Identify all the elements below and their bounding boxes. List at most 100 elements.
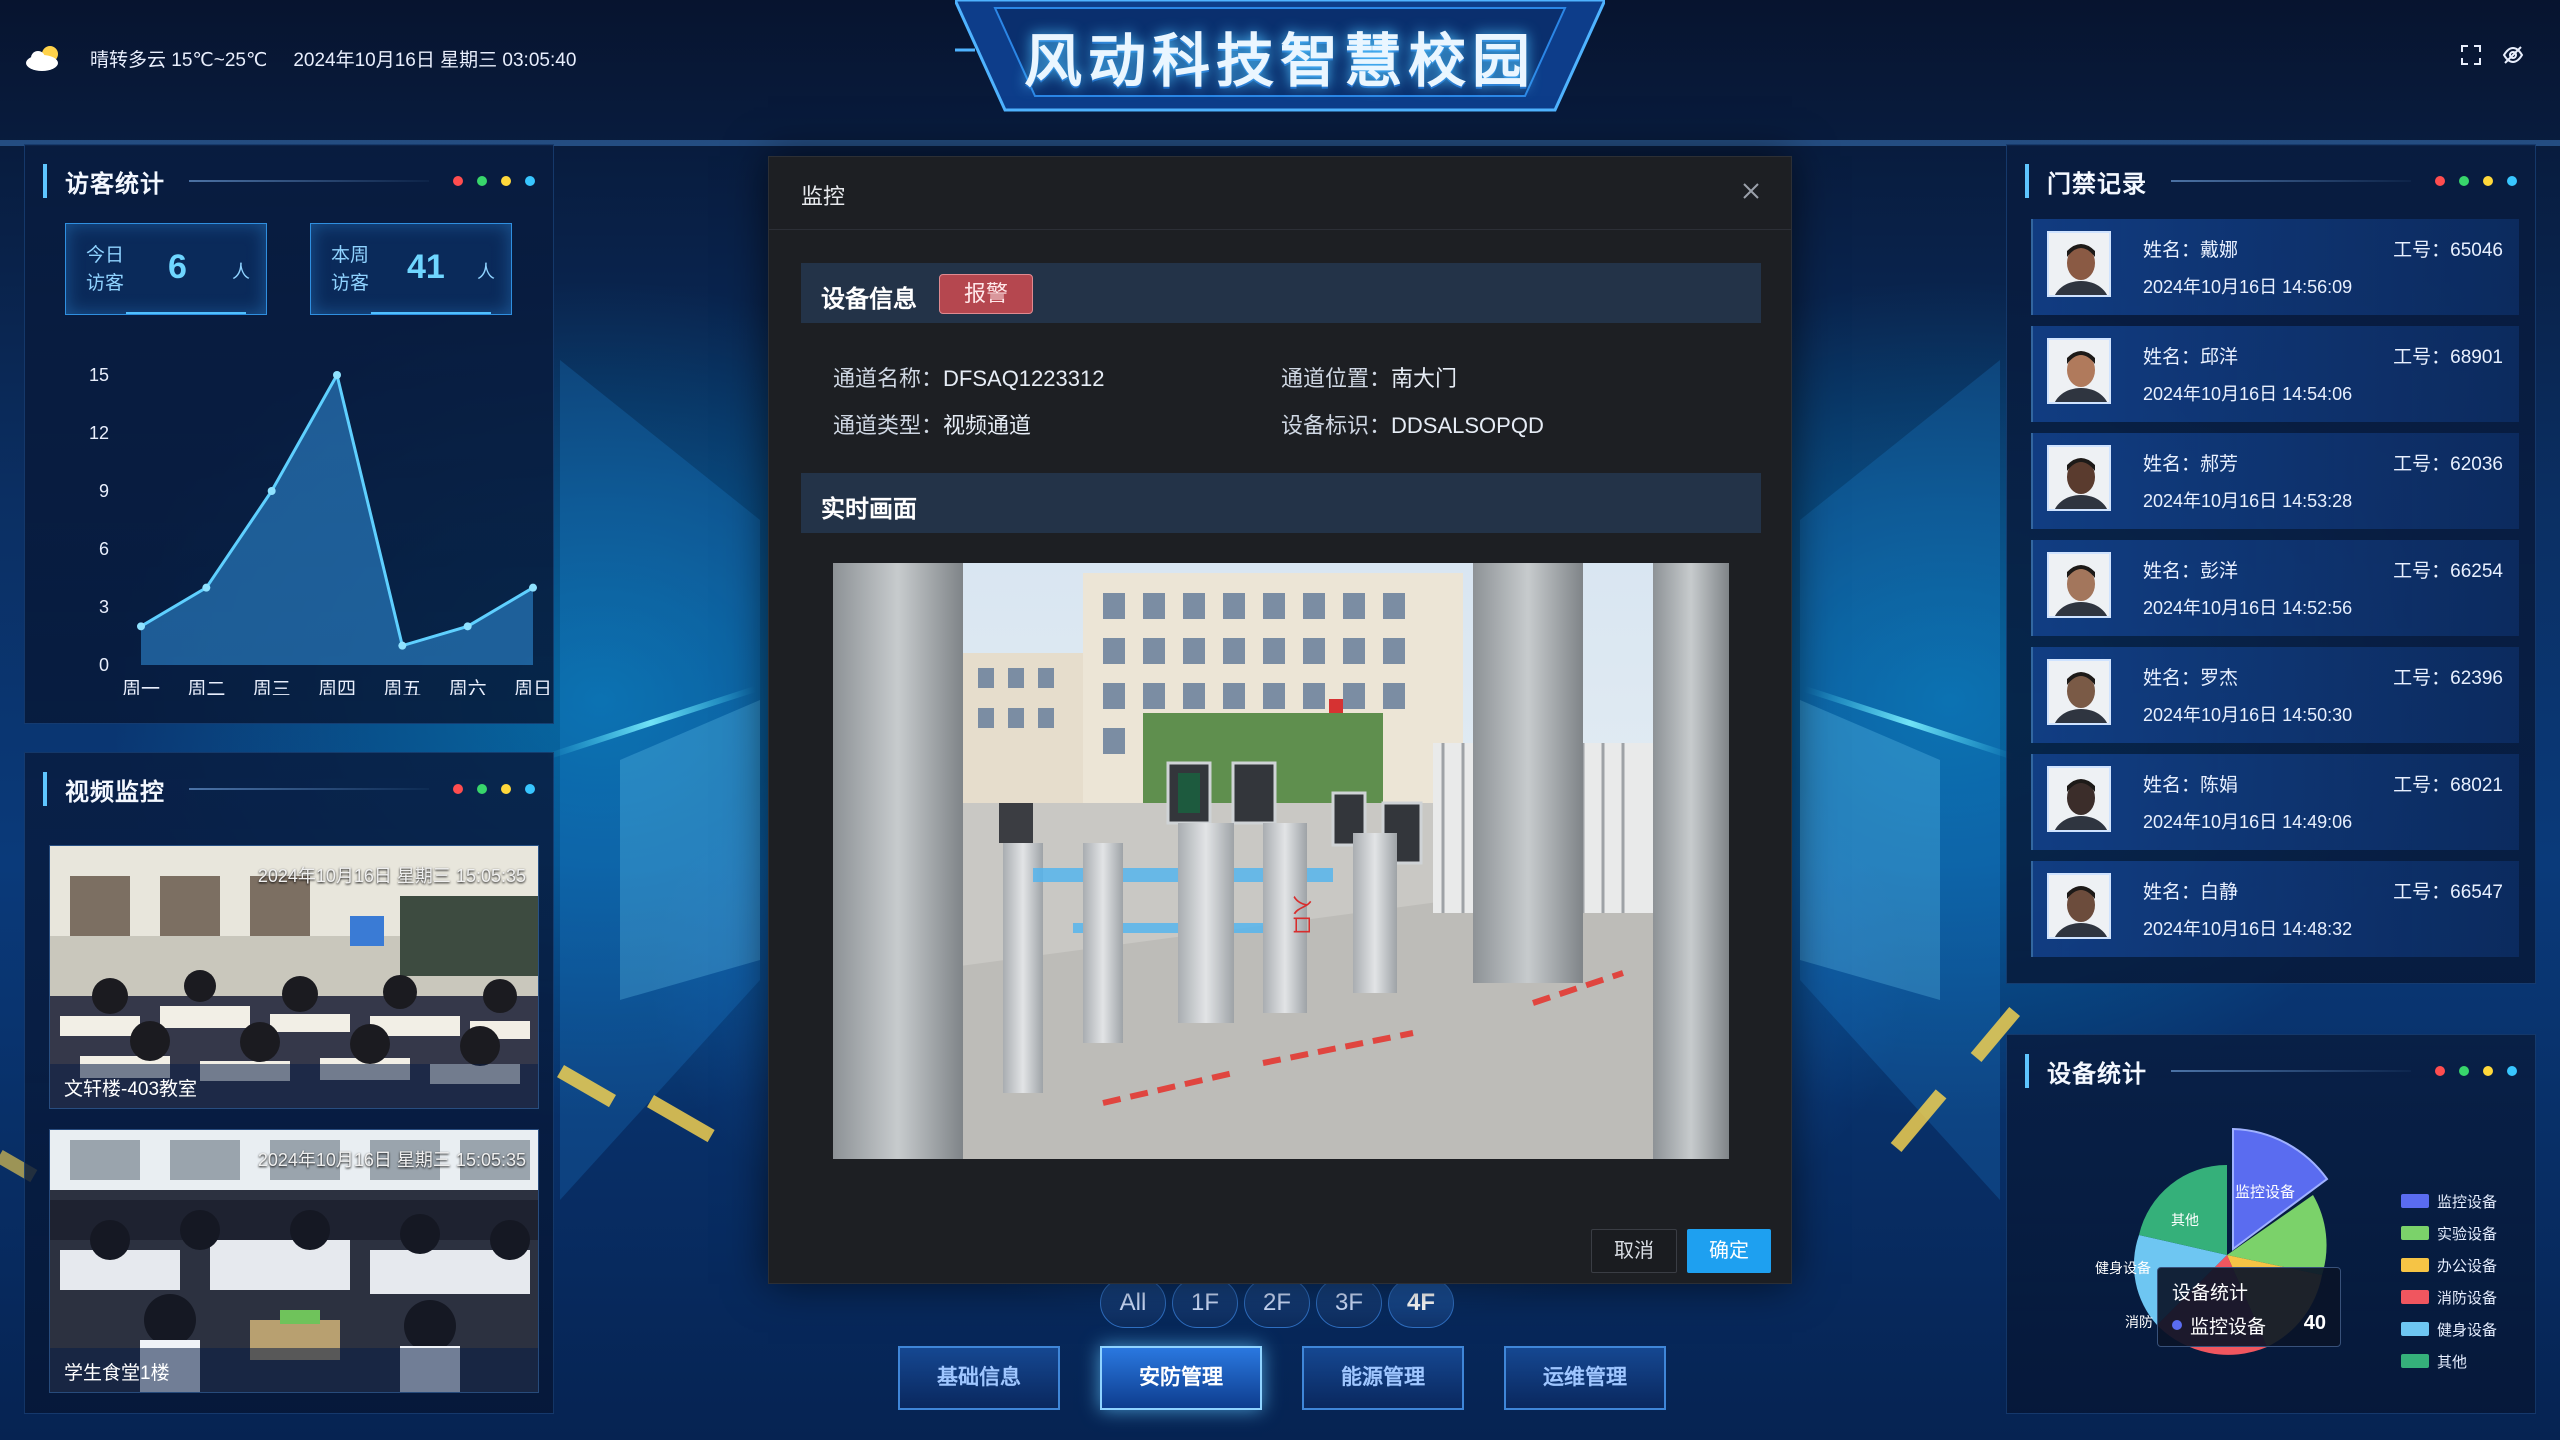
slice-label-monitor: 监控设备 [2235, 1184, 2295, 1201]
record-name: 姓名：戴娜 [2143, 240, 2239, 261]
cancel-button[interactable]: 取消 [1591, 1229, 1677, 1273]
legend-label: 实验设备 [2436, 1225, 2497, 1243]
header: 晴转多云 15℃~25℃ 2024年10月16日 星期三 03:05:40 风动… [0, 0, 2560, 140]
x-tick-label: 周四 [318, 679, 356, 695]
record-employee-id: 工号：66254 [2393, 561, 2503, 582]
nav-button[interactable]: 运维管理 [1504, 1346, 1666, 1410]
access-record[interactable]: 姓名：罗杰 工号：62396 2024年10月16日 14:50:30 [2031, 647, 2519, 743]
confirm-button[interactable]: 确定 [1687, 1229, 1771, 1273]
legend-swatch [2400, 1322, 2429, 1336]
x-tick-label: 周二 [187, 679, 225, 695]
visitor-area-chart: 0 3 6 9 12 15 周一 周二 周三 周四 周五 周六 周日 [89, 365, 552, 695]
fullscreen-icon[interactable] [2460, 44, 2482, 66]
avatar [2047, 445, 2111, 511]
legend-item[interactable]: 消防设备 [2400, 1281, 2497, 1313]
record-employee-id: 工号：68901 [2393, 347, 2503, 368]
floor-button[interactable]: 1F [1172, 1278, 1238, 1328]
device-id-value: DDSALSOPQD [1391, 413, 1544, 438]
access-record[interactable]: 姓名：彭洋 工号：66254 2024年10月16日 14:52:56 [2031, 540, 2519, 636]
tooltip-value: 40 [2303, 1312, 2326, 1334]
visitor-panel: 访客统计 今日访客 6 人 本周访客 41 人 0 3 6 9 12 15 周一 周二 周三 周四… [24, 144, 554, 724]
record-employee-id: 工号：65046 [2393, 240, 2503, 261]
avatar [2047, 338, 2111, 404]
floor-button[interactable]: 4F [1388, 1278, 1454, 1328]
record-time: 2024年10月16日 14:48:32 [2143, 919, 2353, 939]
data-point [267, 487, 276, 495]
legend-item[interactable]: 其他 [2400, 1345, 2497, 1377]
x-tick-label: 周日 [514, 679, 552, 695]
page-title: 风动科技智慧校园 [1023, 29, 1536, 94]
close-icon[interactable] [1739, 179, 1763, 203]
nav-button[interactable]: 能源管理 [1302, 1346, 1464, 1410]
gate-sign: 入口 [1290, 895, 1312, 935]
record-time: 2024年10月16日 14:54:06 [2143, 384, 2353, 404]
device-tooltip: 设备统计 监控设备 40 [2157, 1267, 2341, 1347]
device-panel: 设备统计 监控设备 其他 健身设备 消防 设备统计 监控设备 40 监控设备 实验… [2006, 1034, 2536, 1414]
legend-label: 健身设备 [2436, 1321, 2497, 1339]
video-feed-classroom[interactable]: 2024年10月16日 星期三 15:05:35 文轩楼-403教室 [49, 845, 539, 1109]
record-time: 2024年10月16日 14:53:28 [2143, 491, 2353, 511]
data-point [398, 641, 407, 650]
legend-label: 办公设备 [2436, 1257, 2497, 1275]
video-feed-canteen[interactable]: 2024年10月16日 星期三 15:05:35 学生食堂1楼 [49, 1129, 539, 1393]
video-timestamp: 2024年10月16日 星期三 15:05:35 [257, 1150, 526, 1170]
legend-item[interactable]: 办公设备 [2400, 1249, 2497, 1281]
record-name: 姓名：彭洋 [2143, 561, 2239, 582]
y-tick-label: 9 [99, 481, 109, 501]
record-time: 2024年10月16日 14:56:09 [2143, 277, 2353, 297]
device-panel-title: 设备统计 [2047, 1060, 2147, 1088]
channel-name-value: DFSAQ1223312 [943, 366, 1105, 391]
hide-icon[interactable] [2502, 44, 2524, 66]
nav-button[interactable]: 安防管理 [1100, 1346, 1262, 1410]
access-record[interactable]: 姓名：白静 工号：66547 2024年10月16日 14:48:32 [2031, 861, 2519, 957]
access-panel: 门禁记录 姓名：戴娜 工号：65046 2024年10月16日 14:56:09 姓名… [2006, 144, 2536, 984]
status-badge: 报警 [939, 274, 1033, 314]
nav-button[interactable]: 基础信息 [898, 1346, 1060, 1410]
record-name: 姓名：罗杰 [2143, 668, 2239, 689]
tooltip-label: 监控设备 [2190, 1317, 2267, 1338]
live-view-frame: 入口 [833, 563, 1729, 1159]
channel-name-label: 通道名称： [833, 366, 944, 391]
today-visitor-label: 今日访客 [86, 245, 125, 294]
legend-swatch [2400, 1226, 2429, 1240]
today-visitor-card: 今日访客 6 人 [65, 223, 267, 315]
y-tick-label: 6 [99, 539, 109, 559]
access-record[interactable]: 姓名：邱洋 工号：68901 2024年10月16日 14:54:06 [2031, 326, 2519, 422]
week-visitor-unit: 人 [477, 262, 495, 282]
access-record[interactable]: 姓名：郝芳 工号：62036 2024年10月16日 14:53:28 [2031, 433, 2519, 529]
access-record[interactable]: 姓名：戴娜 工号：65046 2024年10月16日 14:56:09 [2031, 219, 2519, 315]
video-timestamp: 2024年10月16日 星期三 15:05:35 [257, 866, 526, 886]
record-name: 姓名：白静 [2143, 882, 2239, 903]
floor-button[interactable]: 3F [1316, 1278, 1382, 1328]
x-tick-label: 周五 [383, 679, 421, 695]
week-visitor-card: 本周访客 41 人 [310, 223, 512, 315]
panel-status-dots [453, 784, 535, 794]
record-name: 姓名：邱洋 [2143, 347, 2239, 368]
y-tick-label: 3 [99, 597, 109, 617]
floor-button[interactable]: All [1100, 1278, 1166, 1328]
legend-item[interactable]: 实验设备 [2400, 1217, 2497, 1249]
visitor-panel-title: 访客统计 [65, 170, 165, 198]
data-point [137, 622, 145, 631]
floor-button[interactable]: 2F [1244, 1278, 1310, 1328]
week-visitor-count: 41 [407, 248, 445, 286]
video-panel-title: 视频监控 [65, 778, 165, 806]
record-time: 2024年10月16日 14:50:30 [2143, 705, 2353, 725]
record-name: 姓名：陈娟 [2143, 775, 2239, 796]
panel-status-dots [2435, 176, 2517, 186]
slice-label-other: 其他 [2171, 1212, 2199, 1228]
record-employee-id: 工号：68021 [2393, 775, 2503, 796]
channel-location-value: 南大门 [1391, 366, 1458, 391]
legend-label: 监控设备 [2436, 1193, 2497, 1211]
channel-location-label: 通道位置： [1281, 366, 1392, 391]
legend-swatch [2400, 1290, 2429, 1304]
record-time: 2024年10月16日 14:49:06 [2143, 812, 2353, 832]
y-tick-label: 12 [89, 423, 109, 443]
video-panel: 视频监控 2024年10月16日 星期三 15:05:35 文轩楼-403教室 [24, 752, 554, 1414]
legend-item[interactable]: 监控设备 [2400, 1185, 2497, 1217]
access-record[interactable]: 姓名：陈娟 工号：68021 2024年10月16日 14:49:06 [2031, 754, 2519, 850]
x-tick-label: 周六 [449, 678, 487, 695]
legend-item[interactable]: 健身设备 [2400, 1313, 2497, 1345]
weather-info: 晴转多云 15℃~25℃ 2024年10月16日 星期三 03:05:40 [24, 44, 576, 72]
monitor-modal: 监控 设备信息 报警 通道名称：DFSAQ1223312 通道位置：南大门 通道… [768, 156, 1792, 1284]
